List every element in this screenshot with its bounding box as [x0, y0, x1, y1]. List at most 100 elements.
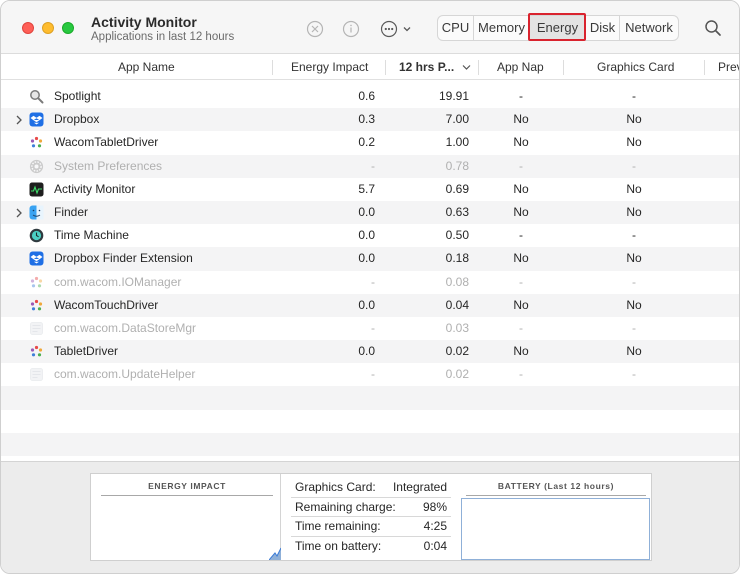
energy-impact-graph: ENERGY IMPACT [91, 474, 281, 560]
graphics-card-cell: No [626, 297, 642, 312]
tab-network[interactable]: Network [620, 16, 678, 40]
wacom-icon [29, 135, 44, 150]
app-nap-cell: No [513, 181, 529, 196]
app-name-cell: WacomTabletDriver [54, 135, 159, 150]
disclosure-chevron-icon[interactable] [15, 108, 25, 131]
tab-disk[interactable]: Disk [586, 16, 620, 40]
table-row[interactable]: Finder 0.0 0.63 No No [1, 200, 739, 225]
graphics-card-cell: No [626, 251, 642, 266]
twelve-hr-power-cell: 0.03 [445, 320, 469, 335]
graphics-card-cell: No [626, 181, 642, 196]
zoom-window-button[interactable] [62, 22, 74, 34]
column-divider[interactable] [563, 60, 564, 75]
graphics-card-cell: No [626, 204, 642, 219]
app-nap-cell: No [513, 297, 529, 312]
app-name-cell: Activity Monitor [54, 181, 136, 196]
close-window-button[interactable] [22, 22, 34, 34]
twelve-hr-power-cell: 0.02 [445, 344, 469, 359]
twelve-hr-power-cell: 1.00 [445, 135, 469, 150]
column-divider[interactable] [478, 60, 479, 75]
app-name-cell: WacomTouchDriver [54, 297, 159, 312]
table-row[interactable]: Time Machine 0.0 0.50 - - [1, 224, 739, 247]
more-actions-icon[interactable] [380, 20, 414, 38]
dropbox-icon [29, 112, 44, 127]
table-row[interactable]: com.wacom.IOManager - 0.08 - - [1, 271, 739, 294]
app-nap-cell: - [519, 367, 523, 382]
app-nap-cell: No [513, 135, 529, 150]
column-divider[interactable] [385, 60, 386, 75]
stat-value: 0:04 [423, 538, 447, 553]
app-nap-cell: - [519, 89, 523, 103]
app-nap-cell: - [519, 228, 523, 243]
graphics-card-cell: - [632, 367, 636, 382]
time-machine-icon [29, 228, 44, 243]
stat-time-on-battery: Time on battery: 0:04 [291, 537, 451, 557]
dropbox-icon [29, 251, 44, 266]
graphics-card-cell: No [626, 344, 642, 359]
stop-process-icon[interactable] [306, 20, 324, 38]
column-graphics-card[interactable]: Graphics Card [597, 55, 674, 80]
column-app-nap[interactable]: App Nap [497, 55, 544, 80]
column-divider[interactable] [704, 60, 705, 75]
battery-graph-box: BATTERY (Last 12 hours) [460, 474, 652, 560]
energy-impact-cell: 5.7 [358, 181, 375, 196]
table-row[interactable]: com.wacom.DataStoreMgr - 0.03 - - [1, 317, 739, 340]
table-row[interactable]: System Preferences - 0.78 - - [1, 154, 739, 178]
graphics-card-cell: - [632, 320, 636, 335]
app-name-cell: com.wacom.UpdateHelper [54, 367, 196, 382]
tab-highlight-box [528, 13, 586, 41]
activity-monitor-window: Activity Monitor Applications in last 12… [0, 0, 740, 574]
tab-cpu[interactable]: CPU [438, 16, 474, 40]
graphics-card-cell: No [626, 112, 642, 127]
window-subtitle: Applications in last 12 hours [91, 31, 235, 43]
table-row[interactable]: Spotlight 0.6 19.91 - - [1, 85, 739, 108]
column-prev[interactable]: Prev [718, 55, 739, 80]
stat-label: Time remaining: [295, 519, 381, 533]
stat-label: Time on battery: [295, 538, 382, 553]
battery-stats: Graphics Card: Integrated Remaining char… [291, 478, 451, 556]
app-name-cell: Dropbox Finder Extension [54, 251, 193, 266]
table-row[interactable]: Dropbox Finder Extension 0.0 0.18 No No [1, 247, 739, 271]
column-energy-impact[interactable]: Energy Impact [291, 55, 368, 80]
tab-memory[interactable]: Memory [474, 16, 530, 40]
search-icon[interactable] [704, 19, 722, 37]
graphics-card-cell: - [632, 228, 636, 243]
graphics-card-cell: - [632, 274, 636, 289]
energy-impact-cell: 0.6 [358, 89, 375, 103]
table-row[interactable]: WacomTouchDriver 0.0 0.04 No No [1, 293, 739, 317]
app-nap-cell: No [513, 344, 529, 359]
tab-energy[interactable]: Energy [528, 13, 586, 41]
table-row[interactable]: Dropbox 0.3 7.00 No No [1, 108, 739, 132]
disclosure-chevron-icon[interactable] [15, 201, 25, 224]
table-row[interactable]: Activity Monitor 5.7 0.69 No No [1, 178, 739, 201]
table-row[interactable]: WacomTabletDriver 0.2 1.00 No No [1, 131, 739, 154]
energy-impact-cell: 0.0 [358, 204, 375, 219]
generic-app-icon [29, 321, 44, 336]
app-name-cell: Spotlight [54, 89, 101, 103]
energy-impact-cell: 0.0 [358, 251, 375, 266]
twelve-hr-power-cell: 0.63 [445, 204, 469, 219]
twelve-hr-power-cell: 19.91 [438, 89, 469, 103]
column-divider[interactable] [272, 60, 273, 75]
process-table: Spotlight 0.6 19.91- - Dropbox 0.3 7.00 No No Wac… [1, 85, 739, 456]
twelve-hr-power-cell: 0.04 [445, 297, 469, 312]
energy-impact-cell: 0.3 [358, 112, 375, 127]
info-icon[interactable] [342, 20, 360, 38]
column-12-hrs-power[interactable]: 12 hrs P... [399, 55, 454, 80]
app-name-cell: TabletDriver [54, 344, 119, 359]
app-nap-cell: - [519, 158, 523, 173]
graphics-card-cell: - [632, 89, 636, 103]
energy-impact-title: ENERGY IMPACT [148, 481, 226, 491]
empty-row [1, 386, 739, 410]
stat-value: Integrated [392, 480, 447, 494]
twelve-hr-power-cell: 0.08 [445, 274, 469, 289]
sort-descending-icon [462, 65, 471, 70]
activity-monitor-icon [29, 182, 44, 197]
column-app-name[interactable]: App Name [118, 55, 175, 80]
table-row[interactable]: com.wacom.UpdateHelper - 0.02 - - [1, 363, 739, 386]
energy-impact-cell: 0.0 [358, 344, 375, 359]
table-row[interactable]: TabletDriver 0.0 0.02 No No [1, 340, 739, 364]
energy-impact-cell: 0.2 [358, 135, 375, 150]
graphics-card-cell: No [626, 135, 642, 150]
minimize-window-button[interactable] [42, 22, 54, 34]
